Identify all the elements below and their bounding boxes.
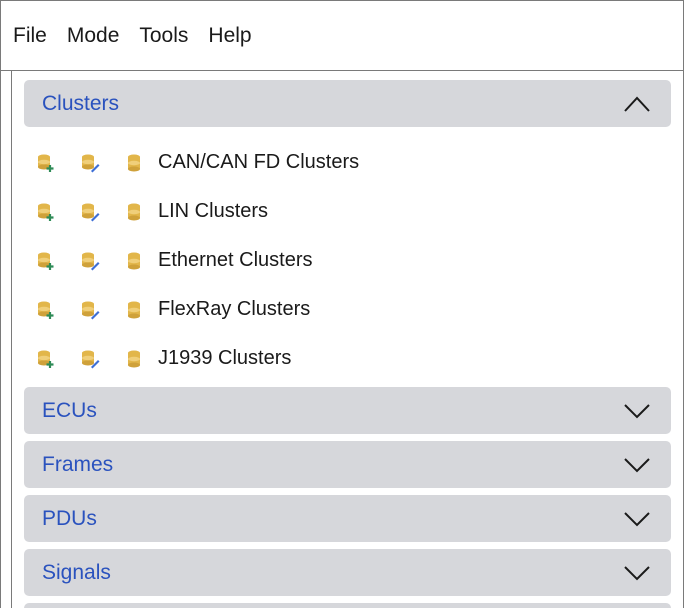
database-add-icon[interactable] bbox=[36, 251, 56, 271]
chevron-down-icon bbox=[623, 455, 651, 475]
cluster-label[interactable]: J1939 Clusters bbox=[158, 347, 291, 370]
database-add-icon[interactable] bbox=[36, 153, 56, 173]
section-title-clusters: Clusters bbox=[42, 91, 120, 115]
cluster-label[interactable]: CAN/CAN FD Clusters bbox=[158, 151, 359, 174]
database-icon bbox=[128, 154, 140, 171]
database-icon bbox=[128, 252, 140, 269]
database-add-icon[interactable] bbox=[36, 202, 56, 222]
database-edit-icon[interactable] bbox=[80, 300, 100, 320]
list-item-ethernet-clusters: Ethernet Clusters bbox=[24, 236, 671, 285]
database-edit-icon[interactable] bbox=[80, 349, 100, 369]
chevron-down-icon bbox=[623, 509, 651, 529]
list-item-j1939-clusters: J1939 Clusters bbox=[24, 334, 671, 383]
menu-bar: File Mode Tools Help bbox=[1, 1, 683, 71]
clusters-list: CAN/CAN FD Clusters LIN Clusters Etherne… bbox=[24, 134, 671, 387]
chevron-down-icon bbox=[623, 401, 651, 421]
section-header-partial[interactable] bbox=[24, 603, 671, 608]
cluster-label[interactable]: LIN Clusters bbox=[158, 200, 268, 223]
chevron-down-icon bbox=[623, 563, 651, 583]
menu-mode[interactable]: Mode bbox=[65, 20, 122, 52]
app-window: File Mode Tools Help Clusters CAN/CAN FD… bbox=[0, 0, 684, 608]
section-header-clusters[interactable]: Clusters bbox=[24, 80, 671, 127]
menu-file[interactable]: File bbox=[11, 20, 49, 52]
section-header-pdus[interactable]: PDUs bbox=[24, 495, 671, 542]
section-header-signals[interactable]: Signals bbox=[24, 549, 671, 596]
list-item-lin-clusters: LIN Clusters bbox=[24, 187, 671, 236]
section-title-ecus: ECUs bbox=[42, 398, 97, 422]
cluster-label[interactable]: FlexRay Clusters bbox=[158, 298, 310, 321]
database-edit-icon[interactable] bbox=[80, 202, 100, 222]
section-header-frames[interactable]: Frames bbox=[24, 441, 671, 488]
section-title-frames: Frames bbox=[42, 452, 114, 476]
database-icon bbox=[128, 301, 140, 318]
database-add-icon[interactable] bbox=[36, 349, 56, 369]
menu-help[interactable]: Help bbox=[206, 20, 253, 52]
cluster-label[interactable]: Ethernet Clusters bbox=[158, 249, 313, 272]
section-title-signals: Signals bbox=[42, 560, 111, 584]
section-header-ecus[interactable]: ECUs bbox=[24, 387, 671, 434]
database-add-icon[interactable] bbox=[36, 300, 56, 320]
chevron-up-icon bbox=[623, 94, 651, 114]
database-icon bbox=[128, 203, 140, 220]
list-item-can-clusters: CAN/CAN FD Clusters bbox=[24, 138, 671, 187]
section-title-pdus: PDUs bbox=[42, 506, 97, 530]
menu-tools[interactable]: Tools bbox=[137, 20, 190, 52]
database-edit-icon[interactable] bbox=[80, 153, 100, 173]
database-icon bbox=[128, 350, 140, 367]
accordion-panel: Clusters CAN/CAN FD Clusters LIN Cluster… bbox=[11, 71, 683, 608]
list-item-flexray-clusters: FlexRay Clusters bbox=[24, 285, 671, 334]
database-edit-icon[interactable] bbox=[80, 251, 100, 271]
